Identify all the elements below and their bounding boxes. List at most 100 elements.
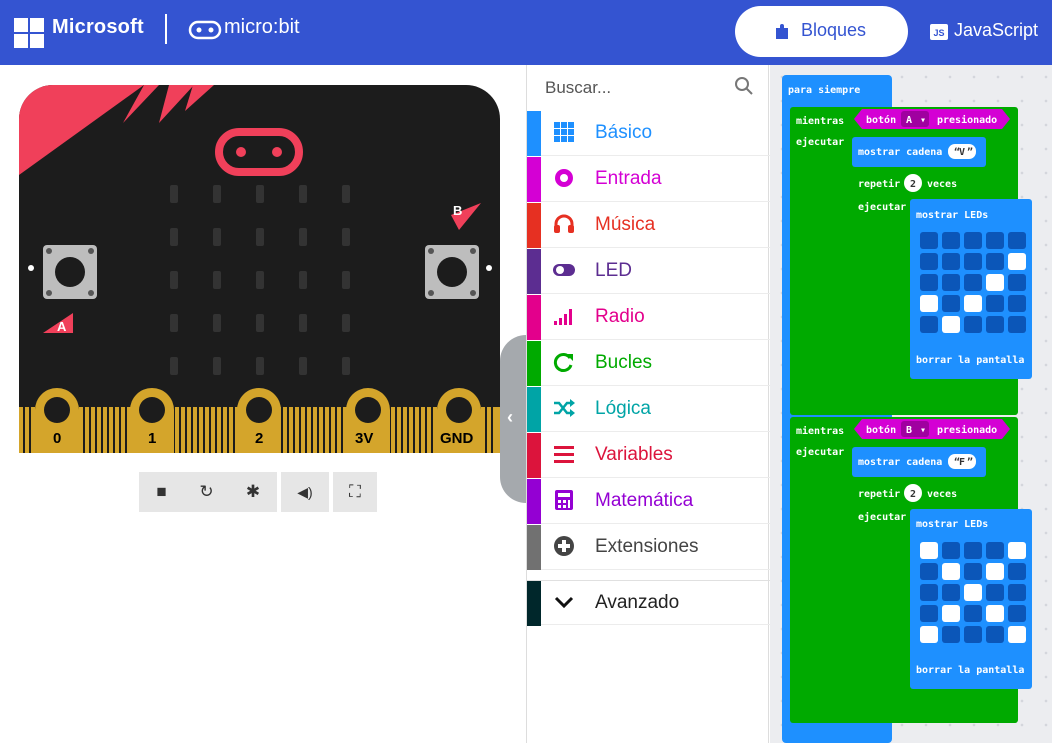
- led-off[interactable]: [964, 605, 982, 622]
- string-v-value: V: [959, 147, 965, 158]
- pin-0[interactable]: 0: [53, 430, 61, 447]
- led-off[interactable]: [920, 253, 938, 270]
- search-input[interactable]: [545, 75, 735, 101]
- fullscreen-button[interactable]: ⛶: [333, 472, 377, 512]
- led-off[interactable]: [920, 605, 938, 622]
- led-on[interactable]: [964, 584, 982, 601]
- led-off[interactable]: [942, 232, 960, 249]
- led-off[interactable]: [920, 316, 938, 333]
- brand-name: Microsoft: [52, 16, 144, 38]
- led-on[interactable]: [1008, 542, 1026, 559]
- debug-button[interactable]: ✱: [229, 472, 277, 512]
- audio-icon: ◀): [297, 484, 313, 500]
- led-on[interactable]: [986, 605, 1004, 622]
- category-logica[interactable]: Lógica: [527, 387, 770, 432]
- pressed-label: presionado: [937, 114, 997, 126]
- do-label: ejecutar: [796, 446, 844, 458]
- category-led[interactable]: LED: [527, 249, 770, 294]
- board-led: [256, 271, 264, 289]
- led-off[interactable]: [964, 274, 982, 291]
- led-off[interactable]: [986, 584, 1004, 601]
- led-off[interactable]: [964, 316, 982, 333]
- led-on[interactable]: [986, 563, 1004, 580]
- category-radio[interactable]: Radio: [527, 295, 770, 340]
- led-off[interactable]: [964, 542, 982, 559]
- led-off[interactable]: [1008, 605, 1026, 622]
- led-on[interactable]: [920, 542, 938, 559]
- led-off[interactable]: [1008, 563, 1026, 580]
- simulator-controls: ■ ↻ ✱ ◀) ⛶: [139, 472, 377, 512]
- audio-button[interactable]: ◀): [281, 472, 329, 512]
- led-off[interactable]: [1008, 232, 1026, 249]
- led-off[interactable]: [920, 232, 938, 249]
- times-label: veces: [927, 489, 957, 500]
- led-off[interactable]: [1008, 274, 1026, 291]
- led-off[interactable]: [942, 542, 960, 559]
- category-basico[interactable]: Básico: [527, 111, 770, 156]
- led-off[interactable]: [986, 626, 1004, 643]
- led-off[interactable]: [986, 295, 1004, 312]
- do-label: ejecutar: [858, 511, 906, 523]
- board-led: [170, 185, 178, 203]
- led-grid-2[interactable]: [920, 542, 1026, 643]
- do-label: ejecutar: [796, 136, 844, 148]
- led-on[interactable]: [964, 295, 982, 312]
- led-off[interactable]: [1008, 584, 1026, 601]
- category-extensiones[interactable]: Extensiones: [527, 525, 770, 570]
- led-off[interactable]: [986, 232, 1004, 249]
- plus-icon: [554, 536, 574, 556]
- led-off[interactable]: [942, 584, 960, 601]
- led-off[interactable]: [942, 626, 960, 643]
- category-bucles[interactable]: Bucles: [527, 341, 770, 386]
- led-on[interactable]: [920, 295, 938, 312]
- toolbox-search: [527, 65, 770, 109]
- led-off[interactable]: [964, 232, 982, 249]
- led-off[interactable]: [920, 274, 938, 291]
- led-off[interactable]: [964, 253, 982, 270]
- blocks-workspace[interactable]: para siempre mientras ejecutar botón A ▾…: [770, 65, 1052, 743]
- led-off[interactable]: [942, 274, 960, 291]
- tab-blocks[interactable]: Bloques: [735, 6, 908, 57]
- category-matematica[interactable]: Matemática: [527, 479, 770, 524]
- search-icon[interactable]: [734, 76, 754, 96]
- while-block-2[interactable]: mientras ejecutar botón B ▾ presionado m…: [790, 417, 1032, 723]
- board-led: [256, 185, 264, 203]
- led-on[interactable]: [986, 274, 1004, 291]
- led-off[interactable]: [964, 626, 982, 643]
- led-off[interactable]: [942, 295, 960, 312]
- pin-1[interactable]: 1: [148, 430, 156, 447]
- show-string-label: mostrar cadena: [858, 147, 942, 158]
- led-on[interactable]: [920, 626, 938, 643]
- collapse-simulator-handle[interactable]: ‹: [500, 335, 526, 503]
- pin-3v[interactable]: 3V: [355, 430, 373, 447]
- led-off[interactable]: [986, 253, 1004, 270]
- led-on[interactable]: [942, 316, 960, 333]
- pin-gnd[interactable]: GND: [440, 430, 473, 447]
- show-string-label: mostrar cadena: [858, 457, 942, 468]
- led-off[interactable]: [920, 563, 938, 580]
- led-on[interactable]: [1008, 253, 1026, 270]
- led-off[interactable]: [986, 316, 1004, 333]
- grid-icon: [554, 122, 574, 142]
- while-block-1[interactable]: mientras ejecutar botón A ▾ presionado m…: [790, 107, 1032, 415]
- led-on[interactable]: [942, 605, 960, 622]
- board-led: [342, 185, 350, 203]
- led-off[interactable]: [920, 584, 938, 601]
- led-off[interactable]: [986, 542, 1004, 559]
- led-on[interactable]: [1008, 626, 1026, 643]
- led-off[interactable]: [942, 253, 960, 270]
- category-variables[interactable]: Variables: [527, 433, 770, 478]
- stop-button[interactable]: ■: [139, 472, 184, 512]
- led-off[interactable]: [1008, 295, 1026, 312]
- restart-button[interactable]: ↻: [184, 472, 229, 512]
- board-led: [299, 271, 307, 289]
- led-grid-1[interactable]: [920, 232, 1026, 333]
- category-avanzado[interactable]: Avanzado: [527, 580, 770, 626]
- led-off[interactable]: [964, 563, 982, 580]
- led-off[interactable]: [1008, 316, 1026, 333]
- category-entrada[interactable]: Entrada: [527, 157, 770, 202]
- category-musica[interactable]: Música: [527, 203, 770, 248]
- board-led: [256, 357, 264, 375]
- pin-2[interactable]: 2: [255, 430, 263, 447]
- led-on[interactable]: [942, 563, 960, 580]
